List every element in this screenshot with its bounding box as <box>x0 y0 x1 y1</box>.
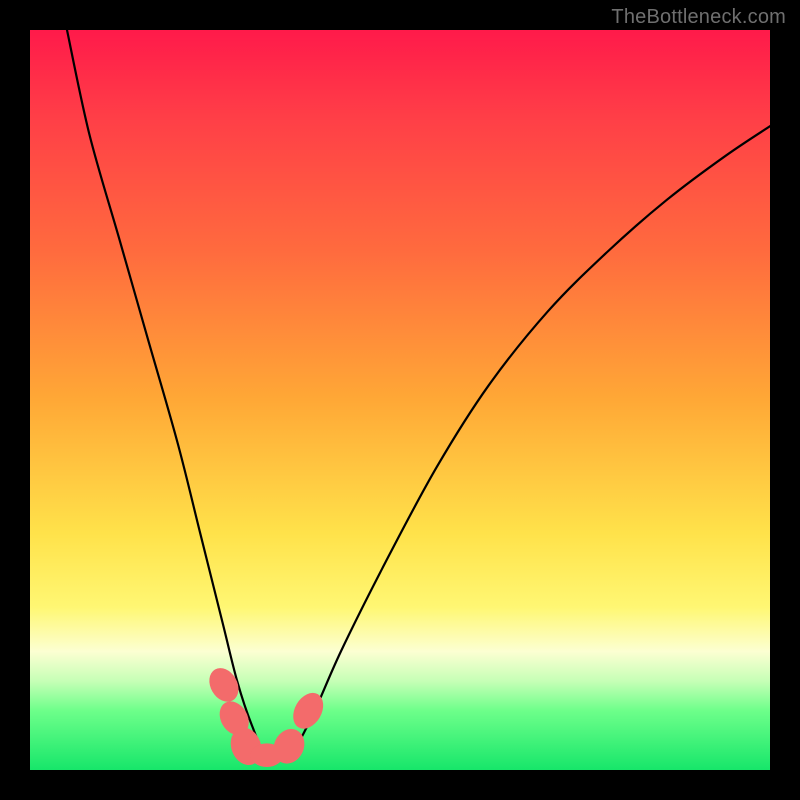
curve-marker <box>203 663 244 707</box>
curve-svg <box>30 30 770 770</box>
curve-marker <box>251 743 284 767</box>
curve-marker <box>226 723 267 769</box>
bottleneck-curve <box>67 30 770 759</box>
curve-marker <box>268 724 310 769</box>
outer-frame: TheBottleneck.com <box>0 0 800 800</box>
curve-markers <box>203 663 329 770</box>
curve-marker <box>287 688 329 735</box>
curve-marker <box>214 696 255 740</box>
plot-area <box>30 30 770 770</box>
watermark-text: TheBottleneck.com <box>611 6 786 29</box>
